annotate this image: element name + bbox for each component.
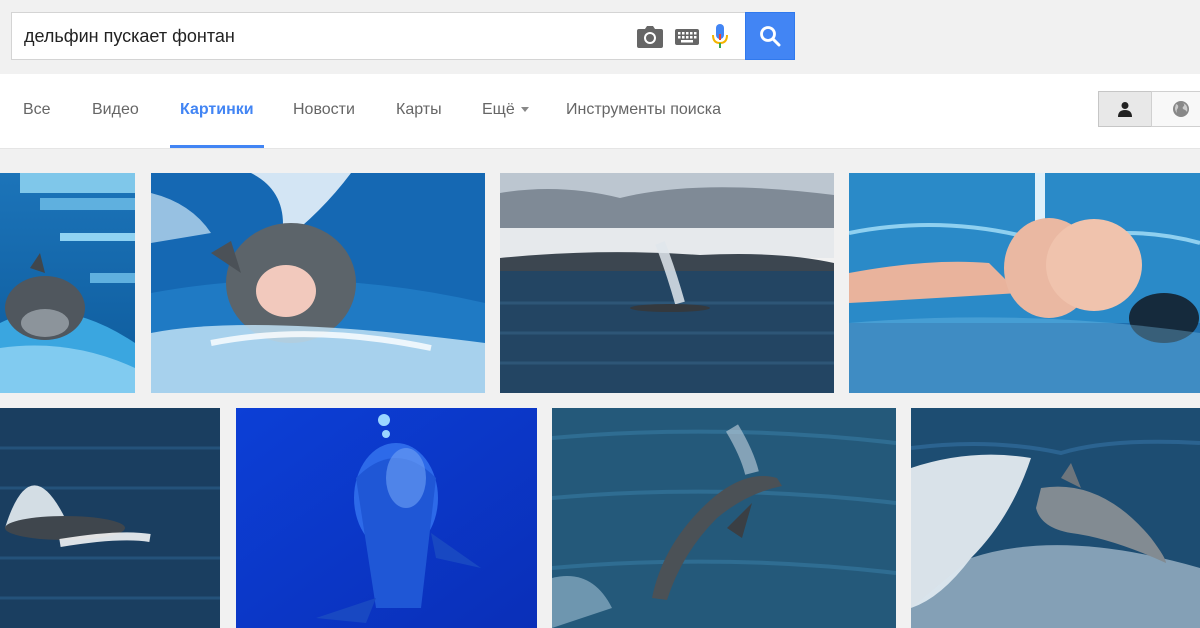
search-button[interactable] — [745, 12, 795, 60]
tab-news[interactable]: Новости — [293, 74, 355, 148]
image-result[interactable] — [552, 408, 896, 628]
tab-maps[interactable]: Карты — [396, 74, 442, 148]
search-box[interactable]: дельфин пускает фонтан — [11, 12, 745, 60]
image-result[interactable] — [236, 408, 537, 628]
search-header: дельфин пускает фонтан — [0, 0, 1200, 74]
global-results-toggle[interactable] — [1151, 91, 1200, 127]
image-result[interactable] — [0, 408, 220, 628]
search-icon — [760, 26, 781, 47]
tab-video[interactable]: Видео — [92, 74, 139, 148]
person-icon — [1118, 102, 1132, 117]
image-result[interactable] — [151, 173, 485, 393]
image-result[interactable] — [849, 173, 1200, 393]
tab-all[interactable]: Все — [23, 74, 51, 148]
keyboard-icon[interactable] — [674, 24, 700, 50]
chevron-down-icon — [520, 107, 529, 113]
image-result[interactable] — [500, 173, 834, 393]
search-tabs: Все Видео Картинки Новости Карты Ещё Инс… — [0, 74, 1200, 149]
camera-icon[interactable] — [637, 24, 663, 50]
microphone-icon[interactable] — [707, 24, 733, 50]
search-tools-button[interactable]: Инструменты поиска — [566, 74, 721, 148]
image-results-grid — [0, 150, 1200, 628]
search-input[interactable]: дельфин пускает фонтан — [24, 13, 235, 59]
personal-results-toggle[interactable] — [1098, 91, 1152, 127]
tab-more-label: Ещё — [482, 101, 515, 118]
globe-icon — [1173, 101, 1189, 117]
image-result[interactable] — [911, 408, 1200, 628]
tab-more[interactable]: Ещё — [482, 74, 529, 148]
tab-images[interactable]: Картинки — [170, 74, 264, 148]
image-result[interactable] — [0, 173, 135, 393]
